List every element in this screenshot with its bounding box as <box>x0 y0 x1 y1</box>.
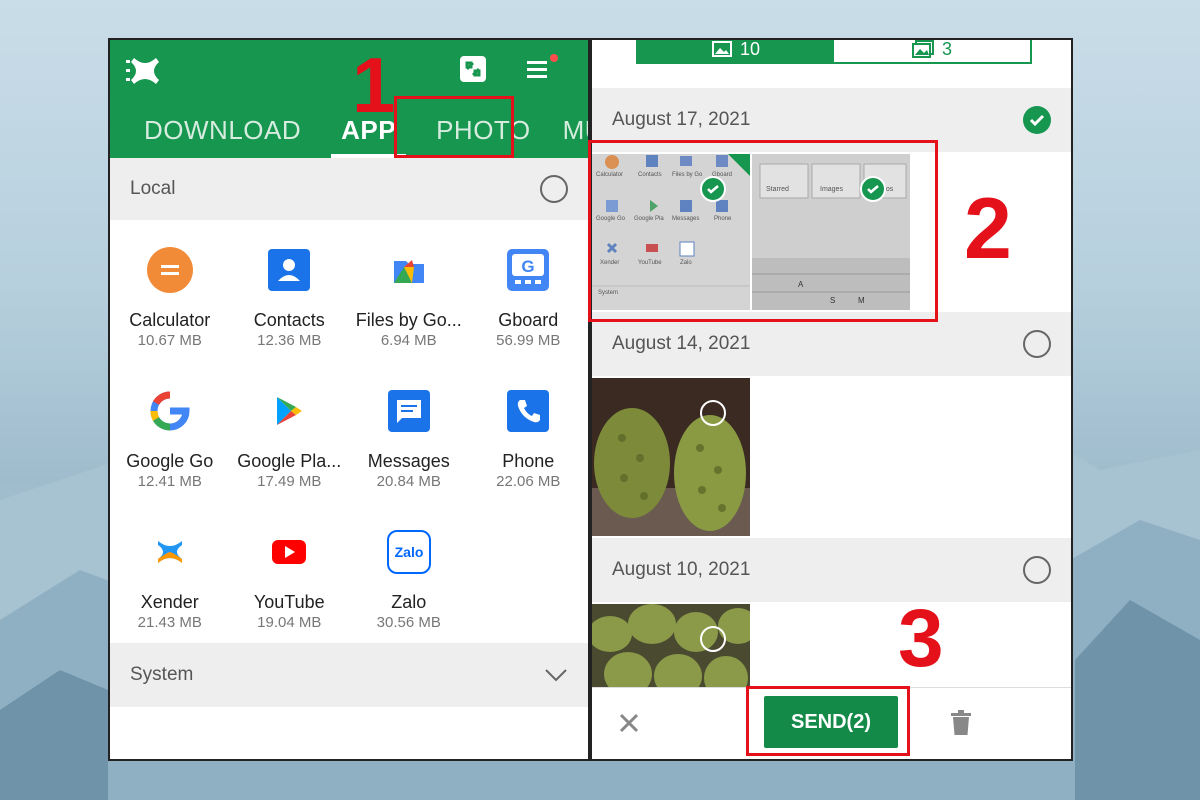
app-name: Xender <box>140 592 199 612</box>
messages-icon <box>385 387 433 435</box>
app-item-phone[interactable]: Phone 22.06 MB <box>469 385 589 526</box>
app-size: 19.04 MB <box>257 614 322 631</box>
app-name: Zalo <box>391 592 427 612</box>
unselected-circle-icon[interactable] <box>700 626 726 652</box>
app-name: Gboard <box>498 310 559 330</box>
trash-icon[interactable] <box>950 710 972 736</box>
xender-logo-icon[interactable] <box>126 54 164 88</box>
left-phone-screen: DOWNLOAD APP PHOTO MUS Local Calculator … <box>108 38 590 761</box>
album-icon <box>911 40 934 58</box>
app-item-messages[interactable]: Messages 20.84 MB <box>349 385 469 526</box>
media-view-tabs: 10 3 <box>636 38 1032 64</box>
youtube-icon <box>265 528 313 576</box>
durian-photo-graphic <box>592 378 750 536</box>
svg-text:Zalo: Zalo <box>394 544 423 560</box>
app-size: 56.99 MB <box>496 332 561 349</box>
menu-icon[interactable] <box>524 54 558 84</box>
image-icon <box>711 41 732 57</box>
app-item-google-play[interactable]: Google Pla... 17.49 MB <box>230 385 350 526</box>
app-name: Messages <box>367 451 450 471</box>
app-name: Contacts <box>253 310 325 330</box>
app-item-gboard[interactable]: G Gboard 56.99 MB <box>469 244 589 385</box>
close-icon[interactable] <box>618 712 640 734</box>
date-label: August 17, 2021 <box>612 109 751 130</box>
zalo-icon: Zalo <box>385 528 433 576</box>
contacts-icon <box>265 246 313 294</box>
app-size: 12.36 MB <box>257 332 322 349</box>
app-item-google-go[interactable]: Google Go 12.41 MB <box>110 385 230 526</box>
calculator-icon <box>146 246 194 294</box>
photo-thumbnail-durian-1[interactable] <box>592 378 750 536</box>
app-item-contacts[interactable]: Contacts 12.36 MB <box>230 244 350 385</box>
date-group-header: August 10, 2021 <box>592 538 1071 602</box>
local-section-header: Local <box>110 158 588 220</box>
app-name: Files by Go... <box>355 310 462 330</box>
local-section-label: Local <box>130 178 176 199</box>
gboard-icon: G <box>504 246 552 294</box>
app-size: 17.49 MB <box>257 473 322 490</box>
app-size: 21.43 MB <box>137 614 202 631</box>
svg-text:G: G <box>522 257 535 276</box>
tab-download[interactable]: DOWNLOAD <box>144 102 301 158</box>
annotation-box-photo-tab <box>394 96 514 158</box>
annotation-step-2: 2 <box>964 181 1012 277</box>
unselected-circle-icon[interactable] <box>700 400 726 426</box>
date-label: August 10, 2021 <box>612 559 751 580</box>
app-size: 12.41 MB <box>137 473 202 490</box>
tab-music[interactable]: MUS <box>563 102 588 158</box>
group-select-checkbox[interactable] <box>1023 330 1051 358</box>
app-name: YouTube <box>253 592 325 612</box>
app-bar: DOWNLOAD APP PHOTO MUS <box>110 40 588 158</box>
app-grid: Calculator 10.67 MB Contacts 12.36 MB Fi… <box>110 220 588 667</box>
annotation-box-send-button <box>746 686 910 756</box>
files-icon <box>385 246 433 294</box>
annotation-step-1: 1 <box>352 41 396 129</box>
group-select-checkbox[interactable] <box>1023 556 1051 584</box>
app-size: 20.84 MB <box>376 473 441 490</box>
category-tabs: DOWNLOAD APP PHOTO MUS <box>110 102 588 158</box>
group-selected-check-icon[interactable] <box>1023 106 1051 134</box>
app-name: Google Go <box>126 451 214 471</box>
tab-all-photos[interactable]: 10 <box>638 38 834 62</box>
annotation-step-3: 3 <box>898 593 944 684</box>
notification-dot <box>550 54 558 62</box>
album-count: 3 <box>941 38 952 59</box>
tab-albums[interactable]: 3 <box>834 38 1030 62</box>
select-all-local-checkbox[interactable] <box>540 175 568 203</box>
app-name: Phone <box>502 451 555 471</box>
app-size: 10.67 MB <box>137 332 202 349</box>
google-go-icon <box>146 387 194 435</box>
google-play-icon <box>265 387 313 435</box>
date-label: August 14, 2021 <box>612 333 751 354</box>
app-name: Calculator <box>129 310 211 330</box>
app-size: 30.56 MB <box>376 614 441 631</box>
chevron-down-icon[interactable] <box>544 668 568 682</box>
app-name: Google Pla... <box>237 451 342 471</box>
app-item-files[interactable]: Files by Go... 6.94 MB <box>349 244 469 385</box>
annotation-box-selected-photos <box>588 140 938 322</box>
phone-icon <box>504 387 552 435</box>
scan-icon[interactable] <box>458 54 488 84</box>
app-size: 22.06 MB <box>496 473 561 490</box>
photo-count: 10 <box>739 38 761 59</box>
app-size: 6.94 MB <box>380 332 437 349</box>
system-section-header[interactable]: System <box>110 643 588 707</box>
app-item-calculator[interactable]: Calculator 10.67 MB <box>110 244 230 385</box>
xender-icon <box>146 528 194 576</box>
system-section-label: System <box>130 664 194 685</box>
